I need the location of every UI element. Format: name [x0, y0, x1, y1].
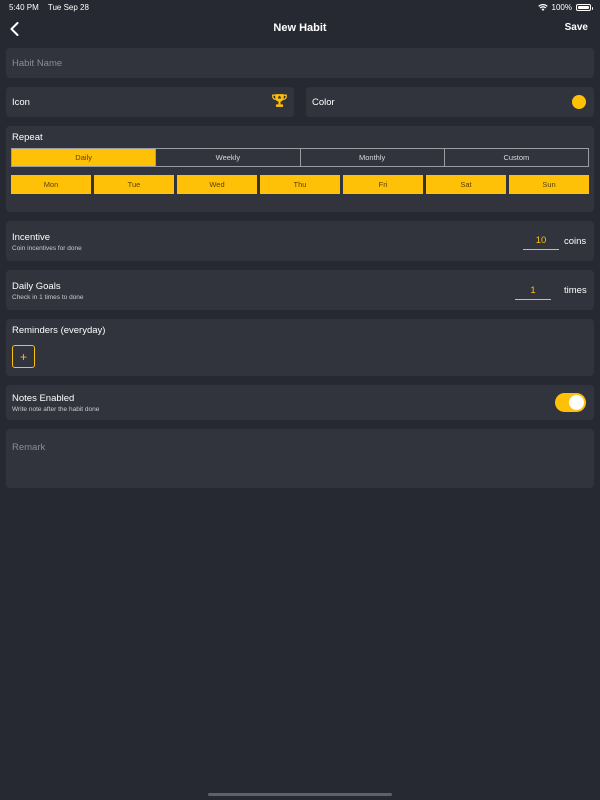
page-title: New Habit — [273, 22, 327, 34]
repeat-option-weekly[interactable]: Weekly — [156, 149, 301, 166]
incentive-unit: coins — [564, 236, 587, 247]
day-tue[interactable]: Tue — [94, 175, 174, 194]
remark-placeholder: Remark — [12, 442, 46, 453]
repeat-label: Repeat — [12, 132, 43, 143]
incentive-text: Incentive Coin incentives for done — [12, 232, 82, 252]
daily-goals-input[interactable]: 1 — [515, 282, 551, 300]
day-sun[interactable]: Sun — [509, 175, 589, 194]
notes-sublabel: Write note after the habit done — [12, 406, 100, 413]
habit-name-field[interactable]: Habit Name — [6, 48, 594, 78]
add-reminder-button[interactable]: + — [12, 345, 35, 368]
daily-goals-sublabel: Check in 1 times to done — [12, 294, 84, 301]
incentive-sublabel: Coin incentives for done — [12, 245, 82, 252]
notes-label: Notes Enabled — [12, 393, 75, 404]
notes-toggle[interactable] — [555, 393, 586, 412]
repeat-option-custom[interactable]: Custom — [445, 149, 588, 166]
notes-text: Notes Enabled Write note after the habit… — [12, 393, 99, 413]
trophy-icon — [272, 94, 287, 107]
day-wed[interactable]: Wed — [177, 175, 257, 194]
day-thu[interactable]: Thu — [260, 175, 340, 194]
color-picker[interactable]: Color — [306, 87, 594, 117]
reminders-label: Reminders (everyday) — [12, 325, 106, 336]
daily-goals-row: Daily Goals Check in 1 times to done 1 t… — [6, 270, 594, 310]
daily-goals-unit: times — [564, 285, 587, 296]
color-label: Color — [312, 97, 335, 108]
notes-row: Notes Enabled Write note after the habit… — [6, 385, 594, 420]
battery-percent: 100% — [551, 3, 572, 12]
day-sat[interactable]: Sat — [426, 175, 506, 194]
save-button[interactable]: Save — [565, 22, 588, 33]
status-bar: 5:40 PM Tue Sep 28 100% — [0, 0, 600, 14]
incentive-input[interactable]: 10 — [523, 232, 559, 250]
repeat-section: Repeat Daily Weekly Monthly Custom Mon T… — [6, 126, 594, 212]
repeat-option-daily[interactable]: Daily — [12, 149, 157, 166]
icon-label: Icon — [12, 97, 30, 108]
incentive-row: Incentive Coin incentives for done 10 co… — [6, 221, 594, 261]
repeat-option-monthly[interactable]: Monthly — [301, 149, 445, 166]
status-right: 100% — [537, 3, 593, 12]
remark-field[interactable]: Remark — [6, 429, 594, 488]
color-swatch[interactable] — [572, 95, 586, 109]
repeat-days: Mon Tue Wed Thu Fri Sat Sun — [11, 175, 589, 194]
incentive-label: Incentive — [12, 232, 51, 243]
reminders-section: Reminders (everyday) + — [6, 319, 594, 376]
day-fri[interactable]: Fri — [343, 175, 423, 194]
home-indicator — [208, 793, 392, 796]
daily-goals-label: Daily Goals — [12, 281, 61, 292]
nav-bar: New Habit Save — [0, 16, 600, 42]
repeat-segmented-control: Daily Weekly Monthly Custom — [11, 148, 589, 167]
battery-icon — [576, 4, 593, 11]
habit-name-placeholder: Habit Name — [12, 58, 63, 69]
daily-goals-text: Daily Goals Check in 1 times to done — [12, 281, 84, 301]
status-left: 5:40 PM Tue Sep 28 — [9, 3, 96, 12]
toggle-knob — [569, 395, 584, 410]
status-date: Tue Sep 28 — [47, 3, 89, 12]
icon-picker[interactable]: Icon — [6, 87, 294, 117]
wifi-icon — [537, 3, 548, 11]
day-mon[interactable]: Mon — [11, 175, 91, 194]
status-time: 5:40 PM — [9, 3, 39, 12]
